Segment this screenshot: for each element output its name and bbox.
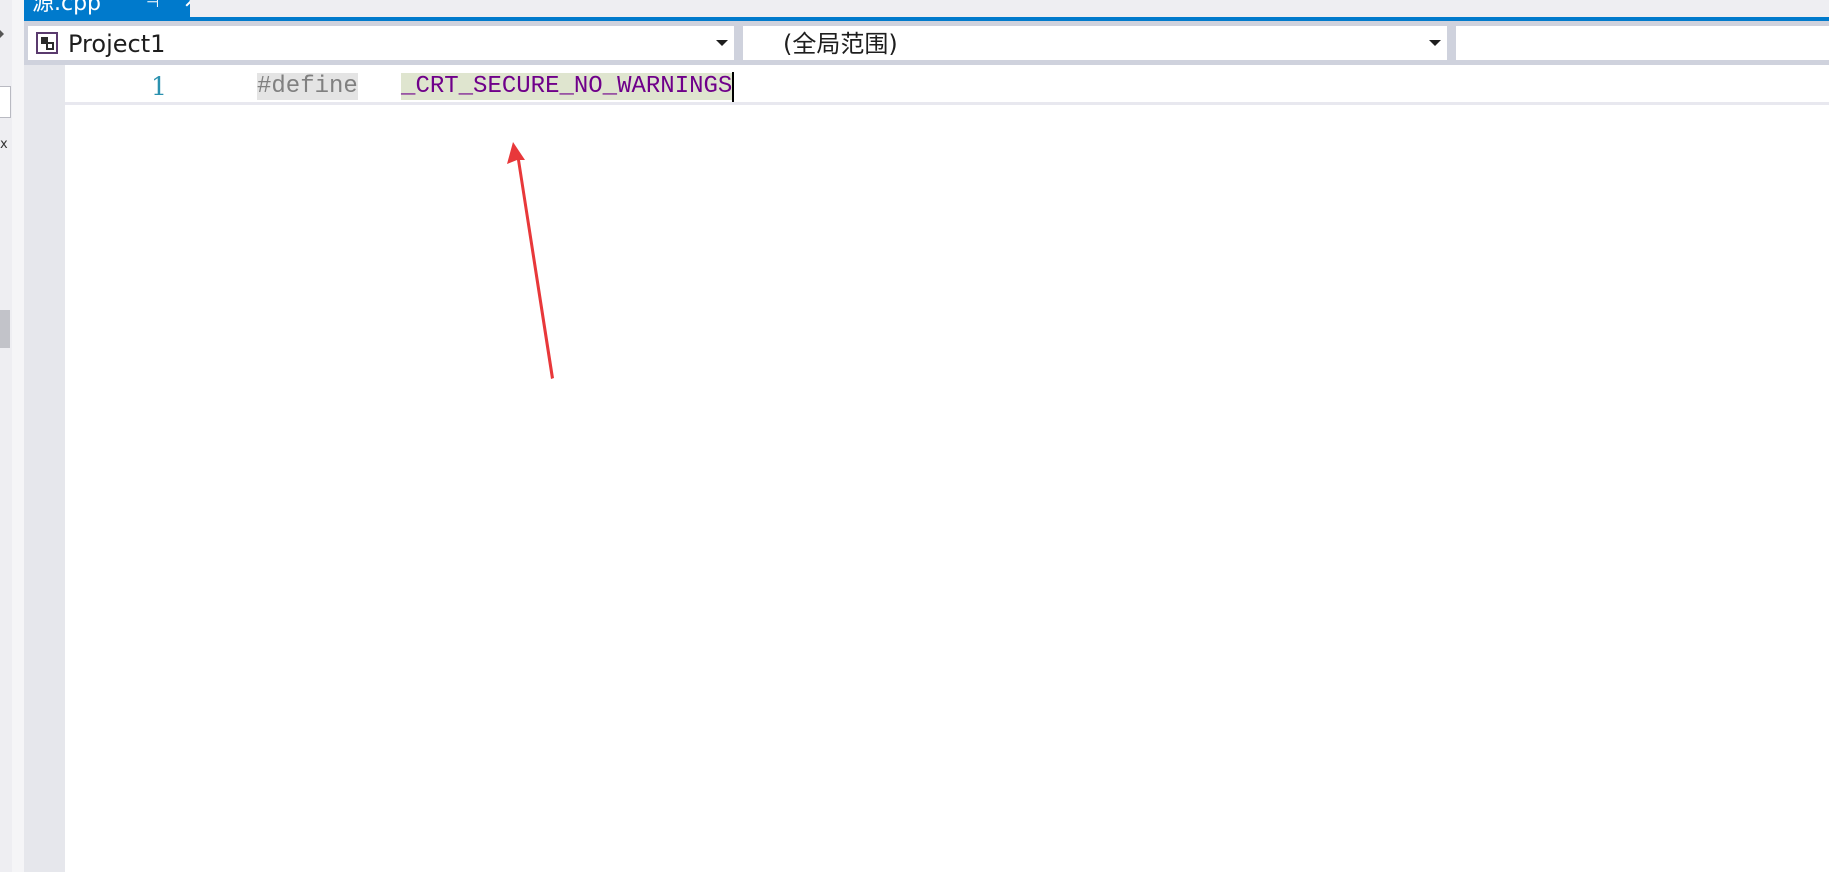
current-line-highlight: 1 #define _CRT_SECURE_NO_WARNINGS <box>65 68 1829 105</box>
side-panel-input[interactable] <box>0 86 11 118</box>
pin-icon[interactable]: ⊣ <box>146 0 159 12</box>
scope-dropdown-label: (全局范围) <box>783 30 898 58</box>
document-tab-strip <box>24 0 1829 18</box>
macro-name: _CRT_SECURE_NO_WARNINGS <box>401 73 733 100</box>
member-dropdown[interactable] <box>1455 25 1829 61</box>
project-dropdown[interactable]: Project1 <box>27 25 735 61</box>
navigation-bar: Project1 (全局范围) <box>24 21 1829 65</box>
dropdown-arrow-icon[interactable] <box>1429 40 1441 46</box>
code-line[interactable]: #define _CRT_SECURE_NO_WARNINGS <box>257 72 735 102</box>
ide-window: x 源.cpp ⊣ ✕ Project1 (全局范围) 1 #define _C… <box>0 0 1829 872</box>
code-editor[interactable]: 1 #define _CRT_SECURE_NO_WARNINGS <box>24 65 1829 872</box>
tab-title: 源.cpp <box>32 0 102 16</box>
expand-arrow-icon[interactable] <box>0 30 4 38</box>
side-panel-glyph: x <box>0 137 8 152</box>
text-caret <box>732 72 735 102</box>
project-icon <box>36 32 58 54</box>
close-icon[interactable]: ✕ <box>183 0 190 12</box>
project-dropdown-label: Project1 <box>68 30 166 58</box>
dropdown-arrow-icon[interactable] <box>716 40 728 46</box>
side-panel-scrollbar[interactable] <box>0 310 10 348</box>
code-spacing <box>358 73 401 100</box>
line-number: 1 <box>151 72 167 101</box>
tab-source-cpp[interactable]: 源.cpp ⊣ ✕ <box>24 0 190 20</box>
preprocessor-keyword: #define <box>257 73 358 100</box>
scope-dropdown[interactable]: (全局范围) <box>742 25 1448 61</box>
indicator-margin[interactable] <box>24 65 65 872</box>
splitter[interactable] <box>12 0 24 872</box>
